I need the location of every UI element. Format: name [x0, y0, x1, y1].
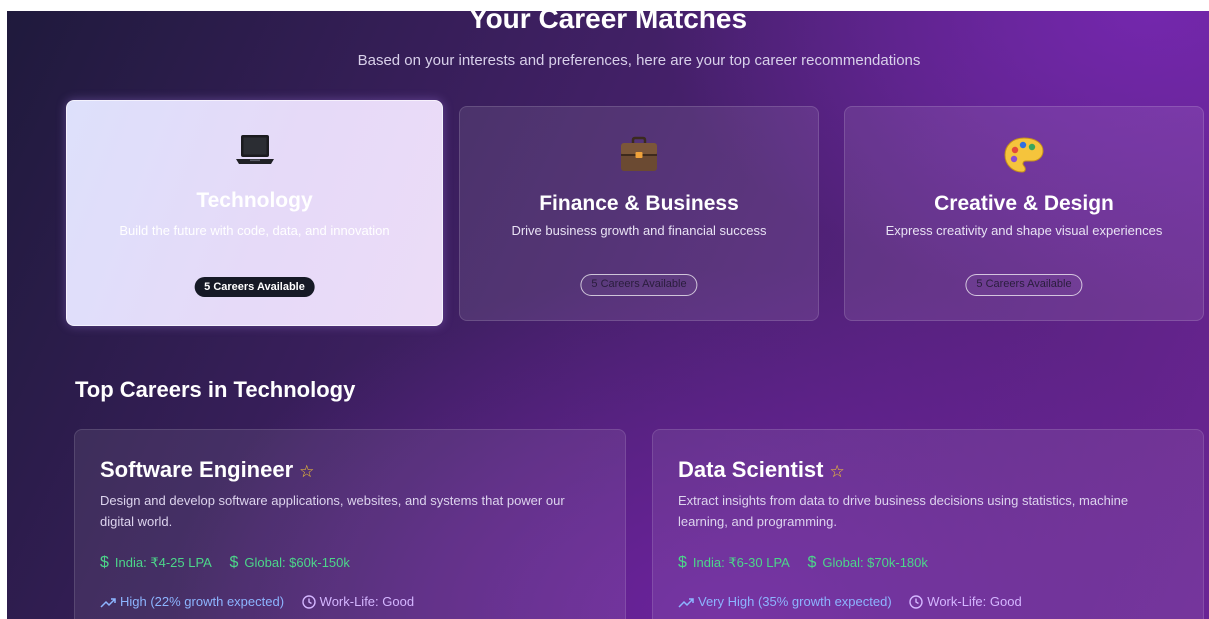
dollar-icon: $: [678, 554, 687, 571]
dollar-icon: $: [807, 554, 817, 571]
careers-available-badge: 5 Careers Available: [580, 274, 698, 296]
career-description: Extract insights from data to drive busi…: [678, 493, 1129, 529]
section-title: Top Careers in Technology: [75, 377, 356, 402]
category-description: Drive business growth and financial succ…: [511, 223, 767, 238]
salary-global: Global: $70k-180k: [822, 555, 928, 570]
careers-available-badge: 5 Careers Available: [194, 277, 315, 297]
growth-text: Very High (35% growth expected): [698, 594, 892, 609]
salary-india: India: ₹6-30 LPA: [692, 555, 790, 570]
trending-up-icon: [678, 598, 694, 608]
clock-icon: [909, 595, 923, 609]
salary-india: India: ₹4-25 LPA: [114, 555, 212, 570]
dollar-icon: $: [229, 554, 239, 571]
growth-text: High (22% growth expected): [120, 594, 285, 609]
star-icon[interactable]: ☆: [830, 462, 845, 481]
category-card-creative-design[interactable]: Creative & Design Express creativity and…: [844, 106, 1204, 321]
salary-global: Global: $60k-150k: [244, 555, 350, 570]
dollar-icon: $: [100, 554, 109, 571]
palette-icon: [845, 135, 1203, 175]
page-title: Your Career Matches: [468, 11, 748, 34]
star-icon[interactable]: ☆: [299, 462, 314, 481]
career-card-software-engineer[interactable]: Software Engineer ☆ Design and develop so…: [74, 429, 626, 619]
clock-icon: [301, 595, 316, 609]
category-card-finance-business[interactable]: Finance & Business Drive business growth…: [459, 106, 819, 321]
career-title: Software Engineer ☆: [100, 457, 315, 482]
trending-up-icon: [100, 598, 116, 608]
salary-row: $ India: ₹6-30 LPA $ Global: $70k-180k: [678, 554, 942, 572]
career-description: Design and develop software applications…: [100, 493, 565, 529]
laptop-icon: [67, 131, 442, 171]
careers-available-badge: 5 Careers Available: [965, 274, 1083, 296]
category-description: Express creativity and shape visual expe…: [885, 223, 1163, 238]
category-name: Technology: [196, 189, 313, 212]
work-life-text: Work-Life: Good: [927, 594, 1022, 609]
category-name: Creative & Design: [934, 192, 1114, 215]
career-matches-page: Your Career Matches Based on your intere…: [7, 11, 1209, 619]
category-description: Build the future with code, data, and in…: [119, 223, 390, 238]
salary-row: $ India: ₹4-25 LPA $ Global: $60k-150k: [100, 554, 364, 572]
career-card-data-scientist[interactable]: Data Scientist ☆ Extract insights from da…: [652, 429, 1204, 619]
work-life-text: Work-Life: Good: [319, 594, 415, 609]
career-meta-row: High (22% growth expected) Work-Life: Go…: [100, 593, 414, 611]
page-subtitle: Based on your interests and preferences,…: [357, 52, 921, 69]
category-card-technology[interactable]: Technology Build the future with code, d…: [66, 100, 443, 326]
career-meta-row: Very High (35% growth expected) Work-Lif…: [678, 593, 1022, 611]
career-title: Data Scientist ☆: [678, 457, 845, 482]
category-name: Finance & Business: [539, 192, 739, 215]
briefcase-icon: [460, 135, 818, 175]
